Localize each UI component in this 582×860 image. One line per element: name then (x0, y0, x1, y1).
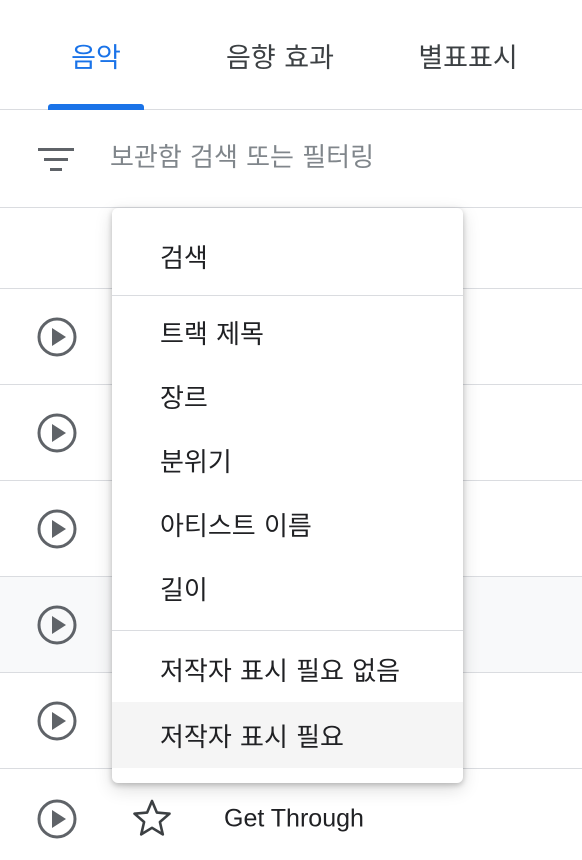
menu-item-mood[interactable]: 분위기 (112, 428, 463, 492)
star-outline-icon[interactable] (132, 798, 172, 838)
menu-divider (112, 630, 463, 631)
menu-item-attribution-required[interactable]: 저작자 표시 필요 (112, 702, 463, 768)
search-input[interactable] (110, 136, 550, 180)
filter-list-icon[interactable] (36, 144, 76, 176)
menu-item-duration[interactable]: 길이 (112, 556, 463, 620)
track-title: Get Through (224, 804, 364, 833)
search-bar (0, 110, 582, 208)
tab-bar: 음악 음향 효과 별표표시 (0, 0, 582, 110)
tab-sound-effects[interactable]: 음향 효과 (200, 0, 360, 110)
menu-item-track-title[interactable]: 트랙 제목 (112, 300, 463, 364)
tab-music[interactable]: 음악 (48, 0, 144, 110)
play-circle-icon[interactable] (36, 798, 78, 840)
tab-starred[interactable]: 별표표시 (400, 0, 536, 110)
menu-divider (112, 295, 463, 296)
menu-item-artist-name[interactable]: 아티스트 이름 (112, 492, 463, 556)
play-circle-icon[interactable] (36, 316, 78, 358)
menu-item-search[interactable]: 검색 (112, 216, 463, 296)
menu-item-no-attribution-required[interactable]: 저작자 표시 필요 없음 (112, 636, 463, 702)
play-circle-icon[interactable] (36, 700, 78, 742)
menu-item-genre[interactable]: 장르 (112, 364, 463, 428)
play-circle-icon[interactable] (36, 508, 78, 550)
filter-menu: 검색 트랙 제목 장르 분위기 아티스트 이름 길이 저작자 표시 필요 없음 … (112, 208, 463, 783)
play-circle-icon[interactable] (36, 412, 78, 454)
play-circle-icon[interactable] (36, 604, 78, 646)
